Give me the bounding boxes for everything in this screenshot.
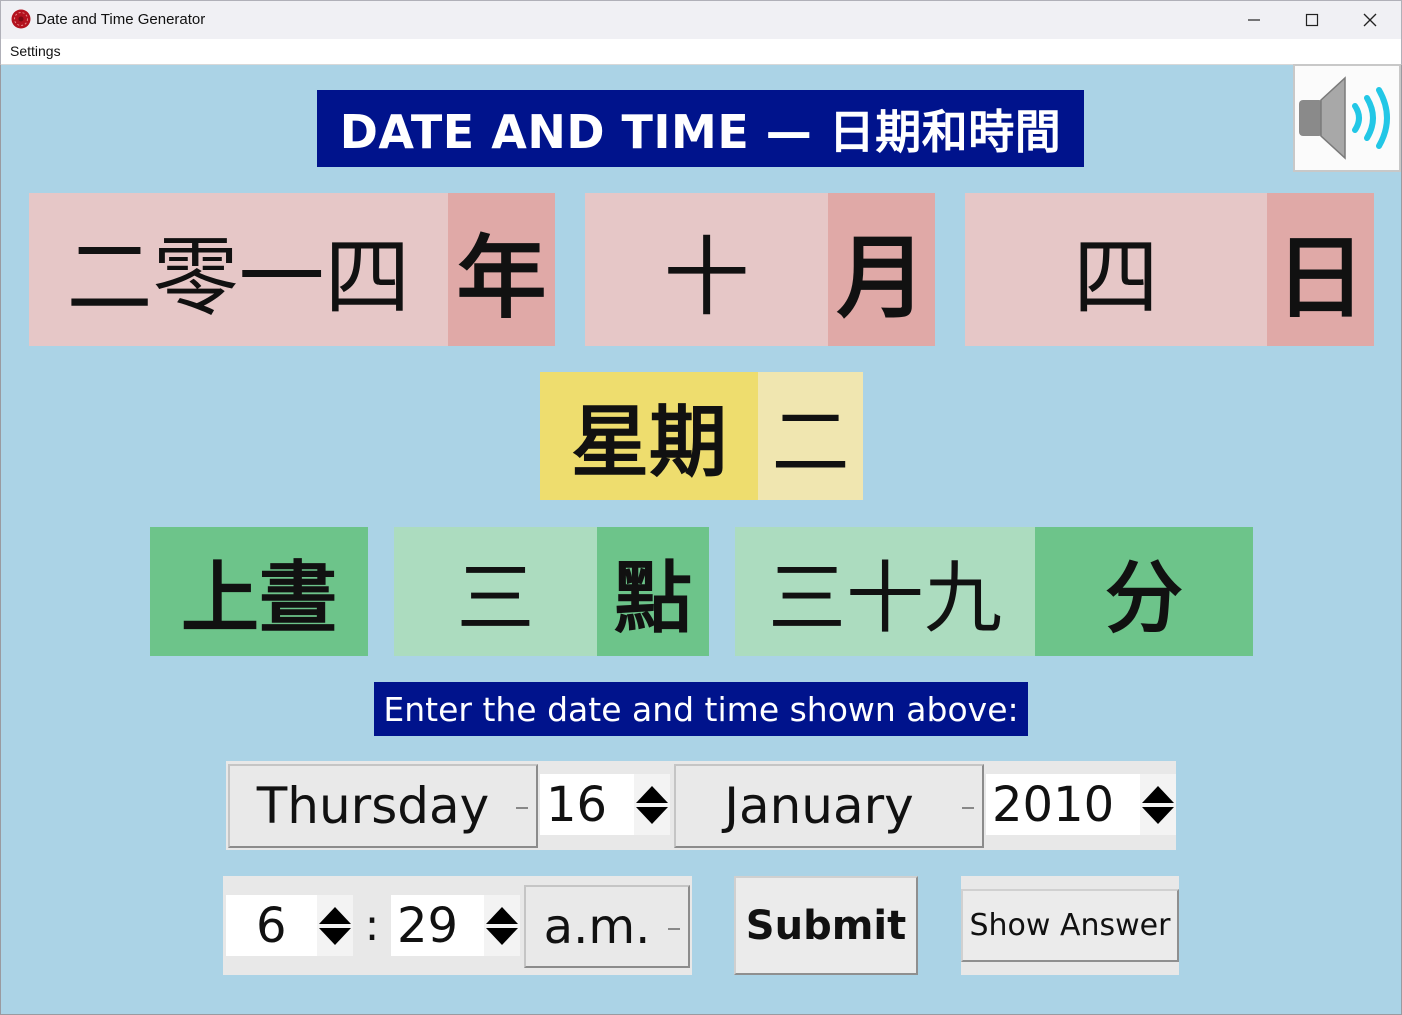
minimize-button[interactable] xyxy=(1225,0,1283,39)
increment-arrow-icon[interactable] xyxy=(1142,785,1174,803)
maximize-icon xyxy=(1305,13,1319,26)
decrement-arrow-icon[interactable] xyxy=(1142,806,1174,824)
year-spinbox-value: 2010 xyxy=(992,776,1115,833)
spin-arrows[interactable] xyxy=(1140,774,1176,835)
instruction-label: Enter the date and time shown above: xyxy=(374,682,1028,736)
period-label: 上晝 xyxy=(150,527,368,656)
app-logo-icon xyxy=(11,9,31,29)
menu-bar xyxy=(0,39,1402,64)
decrement-arrow-icon[interactable] xyxy=(636,806,668,824)
day-unit: 日 xyxy=(1267,193,1374,346)
month-select[interactable]: January xyxy=(674,764,984,848)
submit-button[interactable]: Submit xyxy=(734,876,918,975)
year-spinbox[interactable]: 2010 xyxy=(986,774,1176,835)
weekday-label: 星期 xyxy=(540,372,758,500)
decrement-arrow-icon[interactable] xyxy=(486,927,518,945)
weekday-value: 二 xyxy=(758,372,863,500)
decrement-arrow-icon[interactable] xyxy=(319,927,351,945)
month-value: 十 xyxy=(585,193,828,346)
weekday-select-value: Thursday xyxy=(256,777,490,835)
increment-arrow-icon[interactable] xyxy=(486,906,518,924)
chevron-down-icon xyxy=(962,807,974,809)
weekday-select[interactable]: Thursday xyxy=(228,764,538,848)
minute-value: 三十九 xyxy=(735,527,1035,656)
show-answer-button[interactable]: Show Answer xyxy=(961,889,1179,962)
minute-spinbox-value: 29 xyxy=(397,897,459,954)
title-bar xyxy=(0,0,1402,39)
chevron-down-icon xyxy=(516,807,528,809)
chevron-down-icon xyxy=(668,927,680,930)
minute-unit: 分 xyxy=(1035,527,1253,656)
close-button[interactable] xyxy=(1341,0,1399,39)
spin-arrows[interactable] xyxy=(484,895,520,956)
ampm-select-value: a.m. xyxy=(543,898,651,955)
page-title-banner: DATE AND TIME — 日期和時間 xyxy=(317,90,1084,167)
day-spinbox[interactable]: 16 xyxy=(540,774,670,835)
minute-spinbox[interactable]: 29 xyxy=(391,895,520,956)
speaker-button[interactable] xyxy=(1293,64,1401,172)
menu-item-settings[interactable]: Settings xyxy=(9,42,62,60)
day-value: 四 xyxy=(965,193,1267,346)
increment-arrow-icon[interactable] xyxy=(636,785,668,803)
spin-arrows[interactable] xyxy=(634,774,670,835)
time-separator: : xyxy=(364,900,380,951)
maximize-button[interactable] xyxy=(1283,0,1341,39)
day-spinbox-value: 16 xyxy=(546,776,608,833)
year-value: 二零一四 xyxy=(29,193,448,346)
speaker-volume-icon xyxy=(1299,76,1390,160)
minimize-icon xyxy=(1248,18,1260,21)
year-unit: 年 xyxy=(448,193,555,346)
hour-spinbox[interactable]: 6 xyxy=(226,895,353,956)
month-select-value: January xyxy=(724,777,914,835)
month-unit: 月 xyxy=(828,193,935,346)
hour-value: 三 xyxy=(394,527,597,656)
close-icon xyxy=(1363,13,1377,26)
hour-spinbox-value: 6 xyxy=(256,897,287,954)
ampm-select[interactable]: a.m. xyxy=(524,885,690,968)
window-title: Date and Time Generator xyxy=(36,11,206,28)
spin-arrows[interactable] xyxy=(317,895,353,956)
increment-arrow-icon[interactable] xyxy=(319,906,351,924)
hour-unit: 點 xyxy=(597,527,709,656)
